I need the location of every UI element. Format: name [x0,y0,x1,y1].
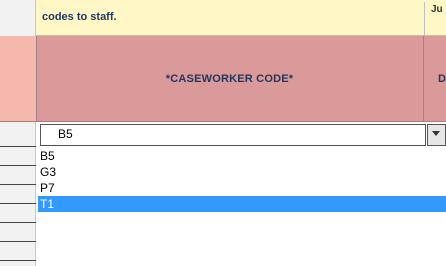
next-column-top-cell: Ju [424,2,446,36]
instruction-text: codes to staff. [42,11,117,23]
dropdown-option-g3[interactable]: G3 [38,164,446,180]
caseworker-code-header-label: *CASEWORKER CODE* [165,73,294,85]
dropdown-option-p7[interactable]: P7 [38,180,446,196]
row-divider [0,146,36,147]
next-column-header-cell[interactable]: D [423,36,446,122]
row-divider [0,184,36,185]
chevron-down-icon [432,131,440,136]
dropdown-option-t1[interactable]: T1 [38,196,446,212]
header-row-stub [0,36,36,122]
next-column-header-label: D [438,73,446,85]
row-divider [0,241,36,242]
dropdown-selected-value: B5 [58,127,73,141]
row-divider [0,260,36,261]
row-divider [0,222,36,223]
dropdown-option-b5[interactable]: B5 [38,148,446,164]
row-divider [0,165,36,166]
row-divider [0,203,36,204]
next-column-top-text: Ju [431,4,443,15]
caseworker-code-dropdown-cell[interactable] [40,124,426,146]
